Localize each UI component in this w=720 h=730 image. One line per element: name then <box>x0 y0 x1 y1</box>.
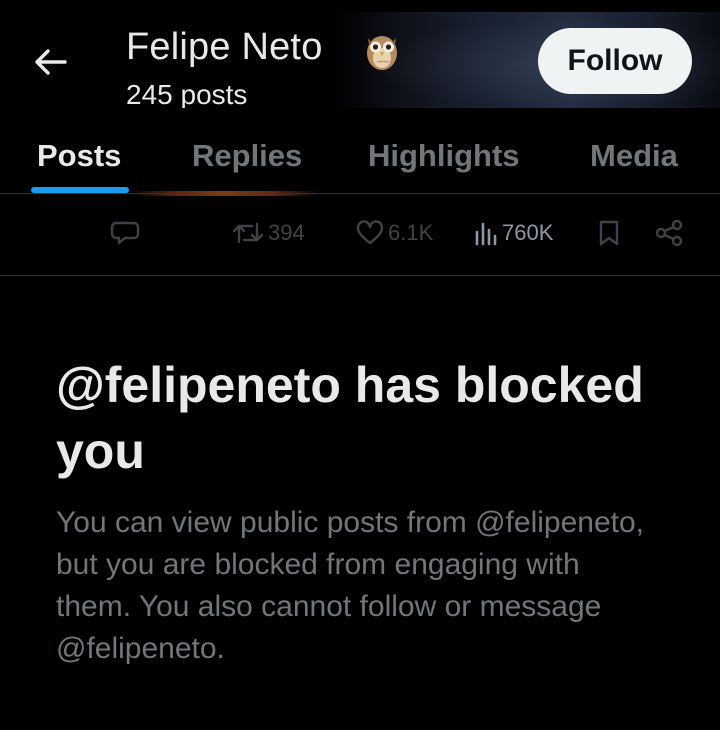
reply-button[interactable] <box>110 218 140 248</box>
repost-count: 394 <box>268 220 305 245</box>
repost-icon <box>232 222 264 244</box>
like-count: 6.1K <box>388 220 434 245</box>
tab-replies[interactable]: Replies <box>192 138 302 174</box>
profile-name: Felipe Neto <box>126 26 323 68</box>
owl-emoji-icon <box>367 36 397 70</box>
repost-button[interactable]: 394 <box>232 218 305 248</box>
share-icon <box>655 219 683 247</box>
reply-icon <box>110 221 140 245</box>
share-button[interactable] <box>654 218 684 248</box>
tab-media[interactable]: Media <box>590 138 678 174</box>
views-chart-icon <box>475 222 497 246</box>
tab-posts[interactable]: Posts <box>37 138 121 174</box>
blocked-description: You can view public posts from @felipene… <box>56 506 645 665</box>
profile-header: Felipe Neto 245 posts Follow <box>0 0 720 120</box>
post-count: 245 posts <box>126 79 248 108</box>
like-button[interactable]: 6.1K <box>356 218 433 248</box>
back-button[interactable] <box>26 40 74 84</box>
bookmark-icon <box>599 220 619 246</box>
blocked-title: @felipeneto has blocked you <box>56 357 644 479</box>
tab-highlights[interactable]: Highlights <box>368 138 520 174</box>
view-count: 760K <box>502 220 554 245</box>
post-action-bar: 394 6.1K 760K <box>0 196 720 276</box>
active-tab-indicator <box>31 187 129 193</box>
heart-icon <box>356 220 384 245</box>
bookmark-button[interactable] <box>598 218 620 248</box>
profile-tabs: Posts Replies Highlights Media <box>0 120 720 194</box>
blocked-notice: @felipeneto has blocked you You can view… <box>56 352 676 670</box>
back-arrow-icon <box>35 49 67 75</box>
follow-button[interactable]: Follow <box>538 28 692 94</box>
views-button[interactable]: 760K <box>474 218 553 248</box>
